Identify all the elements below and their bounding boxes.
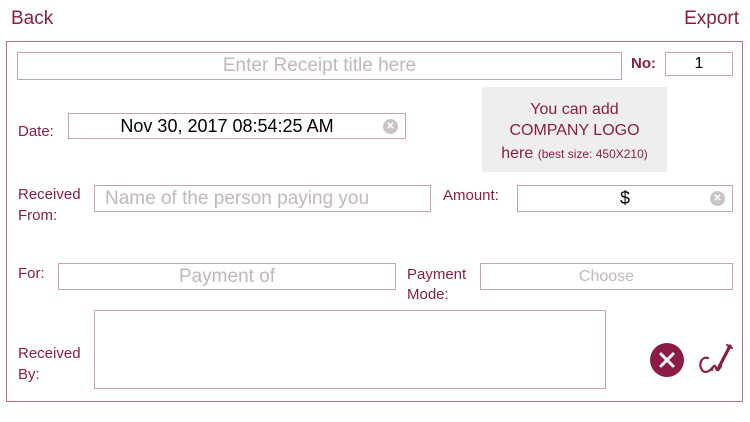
amount-value: $ bbox=[619, 188, 630, 208]
logo-line-1: You can add bbox=[530, 101, 619, 118]
logo-line-3: here (best size: 450X210) bbox=[482, 142, 667, 166]
for-input[interactable]: Payment of bbox=[58, 263, 396, 290]
logo-here-text: here bbox=[501, 145, 534, 162]
received-from-label-line2: From: bbox=[18, 207, 58, 224]
signature-pen-icon[interactable] bbox=[694, 340, 734, 380]
payment-mode-select[interactable]: Choose bbox=[480, 263, 733, 290]
date-input[interactable]: Nov 30, 2017 08:54:25 AM bbox=[68, 113, 406, 139]
company-logo-placeholder[interactable]: You can add COMPANY LOGO here (best size… bbox=[482, 87, 667, 172]
signature-area[interactable] bbox=[94, 310, 606, 389]
amount-input[interactable]: $ bbox=[517, 185, 733, 212]
receipt-title-input[interactable]: Enter Receipt title here bbox=[17, 52, 622, 80]
export-button[interactable]: Export bbox=[684, 7, 739, 31]
received-from-placeholder: Name of the person paying you bbox=[105, 187, 370, 209]
logo-size-note: (best size: 450X210) bbox=[537, 147, 648, 161]
amount-clear-icon[interactable]: ✕ bbox=[710, 191, 725, 206]
date-value: Nov 30, 2017 08:54:25 AM bbox=[120, 115, 334, 136]
amount-label: Amount: bbox=[443, 187, 499, 204]
cancel-icon[interactable] bbox=[650, 343, 684, 377]
back-button[interactable]: Back bbox=[11, 7, 53, 31]
received-from-label-line1: Received bbox=[18, 186, 81, 203]
received-from-input[interactable]: Name of the person paying you bbox=[94, 185, 431, 212]
payment-mode-label-line2: Mode: bbox=[407, 286, 449, 303]
receipt-number-label: No: bbox=[631, 55, 656, 72]
for-label: For: bbox=[18, 265, 45, 282]
payment-mode-label-line1: Payment bbox=[407, 266, 467, 283]
logo-line-2: COMPANY LOGO bbox=[509, 122, 640, 139]
received-by-label-line2: By: bbox=[18, 366, 40, 383]
date-clear-icon[interactable]: ✕ bbox=[383, 119, 398, 134]
receipt-number-value: 1 bbox=[694, 55, 704, 72]
for-placeholder: Payment of bbox=[178, 265, 276, 287]
receipt-number-input[interactable]: 1 bbox=[665, 52, 733, 76]
payment-mode-placeholder: Choose bbox=[578, 267, 635, 285]
received-by-label-line1: Received bbox=[18, 345, 81, 362]
date-label: Date: bbox=[18, 123, 54, 140]
receipt-title-placeholder: Enter Receipt title here bbox=[222, 55, 417, 76]
